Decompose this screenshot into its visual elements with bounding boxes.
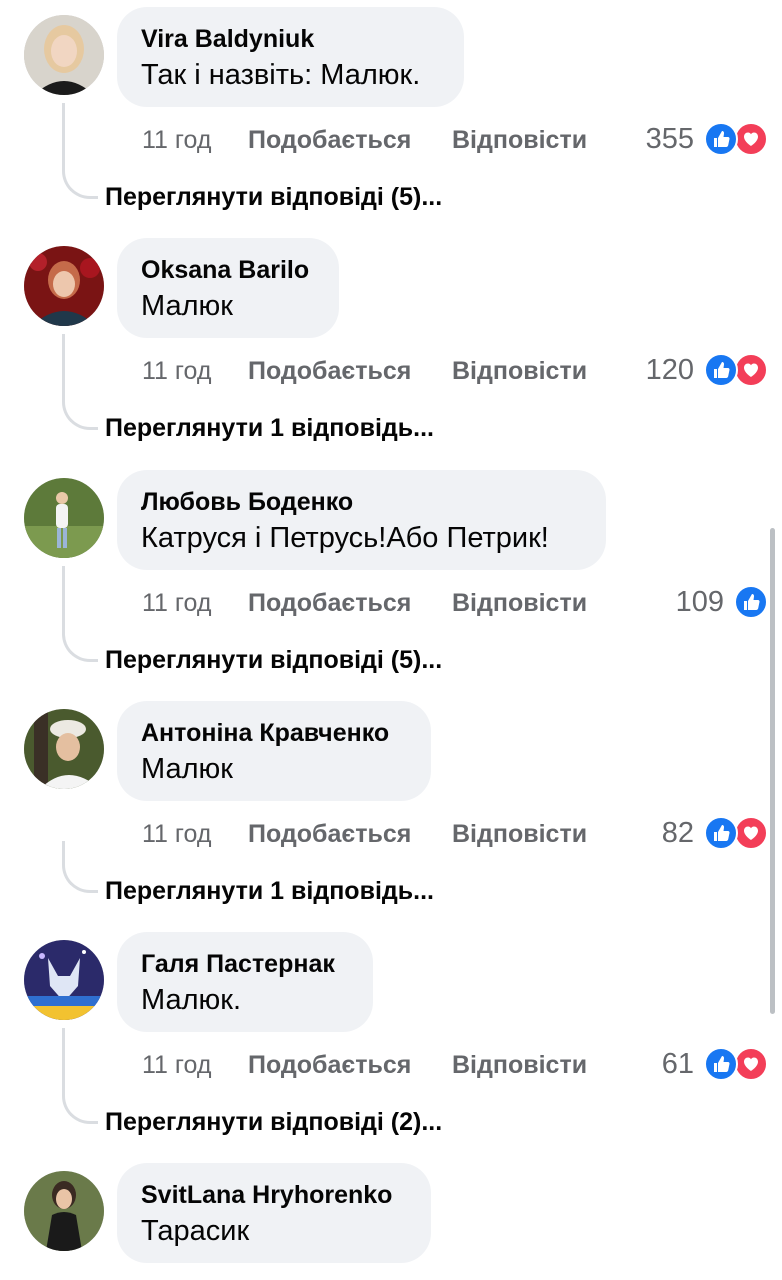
- comment-time[interactable]: 11 год: [142, 126, 211, 154]
- comment-time[interactable]: 11 год: [142, 589, 211, 617]
- comment-author[interactable]: Vira Baldyniuk: [141, 23, 438, 55]
- view-replies-link[interactable]: Переглянути відповіді (5)...: [105, 181, 442, 213]
- comment-meta: 11 год Подобається Відповісти: [142, 586, 587, 620]
- like-reaction-icon: [704, 122, 738, 156]
- avatar[interactable]: [24, 246, 104, 326]
- comment-time[interactable]: 11 год: [142, 1051, 211, 1079]
- reaction-count: 355: [645, 122, 694, 155]
- avatar-photo-icon: [24, 15, 104, 95]
- comment-bubble: Любовь Боденко Катруся і Петрусь!Або Пет…: [117, 470, 606, 570]
- reactions-summary[interactable]: 355: [646, 119, 768, 159]
- like-action[interactable]: Подобається: [248, 123, 411, 157]
- comment: Любовь Боденко Катруся і Петрусь!Або Пет…: [0, 470, 782, 701]
- reactions-summary[interactable]: 82: [662, 813, 768, 853]
- like-reaction-icon: [734, 585, 768, 619]
- comment-meta: 11 год Подобається Відповісти: [142, 817, 587, 851]
- comment-meta: 11 год Подобається Відповісти: [142, 123, 587, 157]
- like-reaction-icon: [704, 1047, 738, 1081]
- avatar-photo-icon: [24, 478, 104, 558]
- comment-author[interactable]: Галя Пастернак: [141, 948, 347, 980]
- comment-time[interactable]: 11 год: [142, 820, 211, 848]
- avatar[interactable]: [24, 478, 104, 558]
- view-replies-link[interactable]: Переглянути 1 відповідь...: [105, 412, 434, 444]
- comment-author[interactable]: SvitLana Hryhorenko: [141, 1179, 405, 1211]
- reply-action[interactable]: Відповісти: [452, 123, 587, 157]
- thread-connector: [62, 1028, 98, 1124]
- comment: Антоніна Кравченко Малюк 11 год Подобаєт…: [0, 701, 782, 932]
- like-action[interactable]: Подобається: [248, 354, 411, 388]
- reply-action[interactable]: Відповісти: [452, 586, 587, 620]
- thread-connector: [62, 103, 98, 199]
- avatar[interactable]: [24, 940, 104, 1020]
- comment-text: Так і назвіть: Малюк.: [141, 59, 421, 91]
- comment: Vira Baldyniuk Так і назвіть: Малюк. 11 …: [0, 7, 782, 238]
- thread-connector: [62, 566, 98, 662]
- reaction-count: 61: [661, 1047, 694, 1080]
- love-reaction-icon: [734, 353, 768, 387]
- love-reaction-icon: [734, 122, 768, 156]
- comment-bubble: Vira Baldyniuk Так і назвіть: Малюк.: [117, 7, 464, 107]
- comment-meta: 11 год Подобається Відповісти: [142, 1048, 587, 1082]
- reactions-summary[interactable]: 120: [646, 350, 768, 390]
- love-reaction-icon: [734, 816, 768, 850]
- reaction-count: 82: [661, 816, 694, 849]
- comment-meta: 11 год Подобається Відповісти: [142, 354, 587, 388]
- comment-text: Малюк: [141, 290, 233, 322]
- view-replies-link[interactable]: Переглянути відповіді (5)...: [105, 644, 442, 676]
- comment-bubble: Антоніна Кравченко Малюк: [117, 701, 431, 801]
- avatar[interactable]: [24, 15, 104, 95]
- like-action[interactable]: Подобається: [248, 817, 411, 851]
- comment-text: Катруся і Петрусь!Або Петрик!: [141, 522, 549, 554]
- avatar-photo-icon: [24, 940, 104, 1020]
- view-replies-link[interactable]: Переглянути відповіді (2)...: [105, 1106, 442, 1138]
- view-replies-link[interactable]: Переглянути 1 відповідь...: [105, 875, 434, 907]
- comment-text: Малюк.: [141, 984, 242, 1016]
- viewport-edge: [0, 1270, 782, 1280]
- reactions-summary[interactable]: 61: [662, 1044, 768, 1084]
- comment-bubble: SvitLana Hryhorenko Тарасик: [117, 1163, 431, 1263]
- comment-text: Тарасик: [141, 1215, 250, 1247]
- comment: Галя Пастернак Малюк. 11 год Подобається…: [0, 932, 782, 1163]
- reaction-count: 120: [645, 353, 694, 386]
- like-action[interactable]: Подобається: [248, 1048, 411, 1082]
- comment-author[interactable]: Oksana Barilo: [141, 254, 313, 286]
- scrollbar[interactable]: [770, 528, 775, 1014]
- like-action[interactable]: Подобається: [248, 586, 411, 620]
- avatar-photo-icon: [24, 1171, 104, 1251]
- avatar[interactable]: [24, 1171, 104, 1251]
- like-reaction-icon: [704, 353, 738, 387]
- comment-author[interactable]: Любовь Боденко: [141, 486, 580, 518]
- avatar-photo-icon: [24, 709, 104, 789]
- thread-connector: [62, 841, 98, 893]
- comment-time[interactable]: 11 год: [142, 357, 211, 385]
- comment: Oksana Barilo Малюк 11 год Подобається В…: [0, 238, 782, 469]
- comment-bubble: Oksana Barilo Малюк: [117, 238, 339, 338]
- reaction-count: 109: [675, 585, 724, 618]
- avatar-photo-icon: [24, 246, 104, 326]
- comment-text: Малюк: [141, 753, 233, 785]
- like-reaction-icon: [704, 816, 738, 850]
- love-reaction-icon: [734, 1047, 768, 1081]
- comment-bubble: Галя Пастернак Малюк.: [117, 932, 373, 1032]
- comment-author[interactable]: Антоніна Кравченко: [141, 717, 405, 749]
- avatar[interactable]: [24, 709, 104, 789]
- reply-action[interactable]: Відповісти: [452, 817, 587, 851]
- reactions-summary[interactable]: 109: [676, 582, 768, 622]
- comment: SvitLana Hryhorenko Тарасик: [0, 1163, 782, 1273]
- thread-connector: [62, 334, 98, 430]
- reply-action[interactable]: Відповісти: [452, 1048, 587, 1082]
- reply-action[interactable]: Відповісти: [452, 354, 587, 388]
